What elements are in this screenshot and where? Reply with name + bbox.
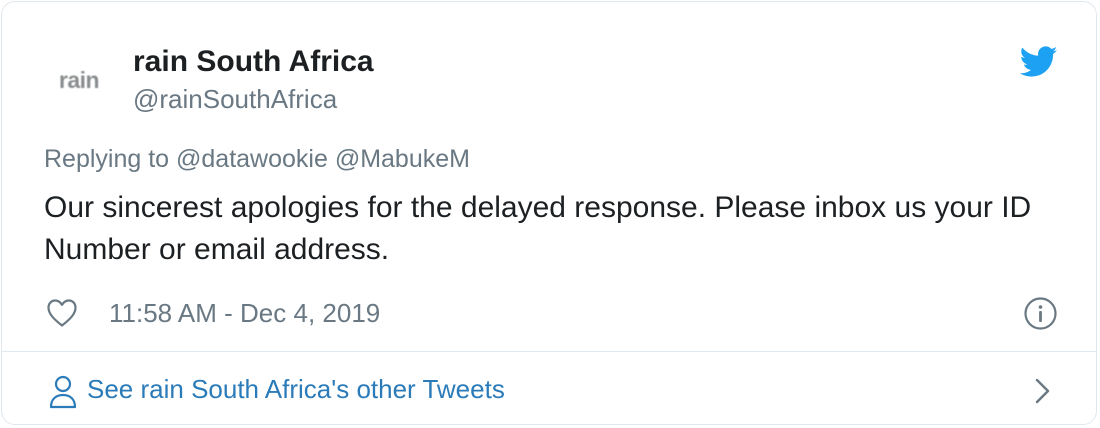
author-display-name[interactable]: rain South Africa bbox=[133, 45, 374, 79]
avatar[interactable]: rain bbox=[38, 39, 120, 121]
info-icon[interactable] bbox=[1024, 297, 1057, 330]
tweet-timestamp[interactable]: 11:58 AM - Dec 4, 2019 bbox=[109, 298, 380, 329]
author-handle[interactable]: @rainSouthAfrica bbox=[133, 84, 337, 115]
tweet-card: rain rain South Africa @rainSouthAfrica … bbox=[1, 1, 1097, 425]
tweet-header: rain rain South Africa @rainSouthAfrica bbox=[2, 2, 1096, 132]
other-tweets-label[interactable]: See rain South Africa's other Tweets bbox=[87, 374, 505, 405]
other-tweets-link[interactable]: See rain South Africa's other Tweets bbox=[2, 352, 1096, 424]
reply-context[interactable]: Replying to @datawookie @MabukeM bbox=[44, 145, 470, 174]
chevron-right-icon[interactable] bbox=[1032, 376, 1054, 406]
heart-icon[interactable] bbox=[46, 298, 78, 328]
rain-logo: rain bbox=[58, 66, 100, 93]
person-icon bbox=[49, 375, 77, 409]
twitter-bird-icon[interactable] bbox=[1020, 46, 1058, 78]
tweet-text: Our sincerest apologies for the delayed … bbox=[44, 191, 1032, 266]
tweet-actions: 11:58 AM - Dec 4, 2019 bbox=[2, 290, 1096, 336]
